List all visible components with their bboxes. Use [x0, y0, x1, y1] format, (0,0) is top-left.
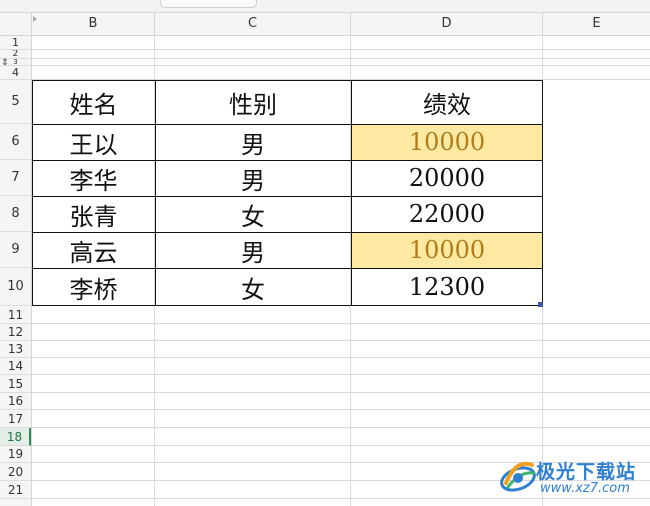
table-border — [32, 232, 543, 233]
grid-line — [32, 392, 650, 393]
name-cell[interactable]: 李桥 — [32, 268, 155, 306]
score-cell-highlighted[interactable]: 10000 — [351, 232, 543, 268]
table-border — [32, 160, 543, 161]
row-header[interactable]: 7 — [0, 160, 31, 196]
row-header[interactable]: 5 — [0, 80, 31, 124]
row-header[interactable]: 9 — [0, 232, 31, 268]
grid-line — [32, 374, 650, 375]
row-header[interactable]: 15 — [0, 375, 31, 393]
grid-line — [32, 357, 650, 358]
row-header[interactable]: 12 — [0, 324, 31, 341]
row-header[interactable]: 20 — [0, 463, 31, 481]
gender-cell[interactable]: 男 — [155, 160, 351, 196]
header-cell-gender[interactable]: 性别 — [155, 80, 351, 124]
header-cell-name[interactable]: 姓名 — [32, 80, 155, 124]
header-cell-score[interactable]: 绩效 — [351, 80, 543, 124]
aurora-logo-icon — [500, 461, 536, 492]
grid-line — [32, 340, 650, 341]
gender-cell[interactable]: 女 — [155, 268, 351, 306]
table-border — [32, 80, 33, 306]
grid-line — [32, 49, 650, 50]
grid-line — [32, 58, 650, 59]
gender-cell[interactable]: 男 — [155, 124, 351, 160]
table-border — [542, 80, 543, 306]
grid-line — [32, 65, 650, 66]
fill-handle[interactable] — [538, 302, 543, 307]
row-header[interactable]: 4 — [0, 66, 31, 80]
column-header-e[interactable]: E — [543, 13, 650, 35]
column-header-bar: B C D E — [0, 13, 650, 36]
name-cell[interactable]: 王以 — [32, 124, 155, 160]
column-header-c[interactable]: C — [155, 13, 351, 35]
row-split-icon[interactable]: ⇕ — [1, 58, 11, 68]
gender-cell[interactable]: 女 — [155, 196, 351, 232]
watermark: 极光下载站 www.xz7.com — [496, 451, 646, 501]
table-border — [351, 80, 352, 306]
sheet-tab-stub[interactable] — [160, 0, 257, 8]
row-header[interactable]: 11 — [0, 306, 31, 324]
table-border — [32, 305, 543, 306]
gender-cell[interactable]: 男 — [155, 232, 351, 268]
grid-line — [32, 427, 650, 428]
row-header-bar: 1 2 3 4 5 6 7 8 9 10 11 12 13 14 15 16 1… — [0, 36, 32, 506]
row-header[interactable]: 8 — [0, 196, 31, 232]
row-header[interactable]: 17 — [0, 410, 31, 428]
table-border — [32, 124, 543, 125]
data-table: 姓名 性别 绩效 王以 男 10000 李华 男 20000 张青 女 2200… — [32, 80, 543, 306]
watermark-title: 极光下载站 — [536, 461, 637, 483]
row-header-active[interactable]: 18 — [0, 428, 31, 446]
row-header[interactable]: 16 — [0, 393, 31, 410]
score-cell[interactable]: 20000 — [351, 160, 543, 196]
name-cell[interactable]: 李华 — [32, 160, 155, 196]
window-top-strip — [0, 0, 650, 13]
name-cell[interactable]: 张青 — [32, 196, 155, 232]
watermark-url: www.xz7.com — [540, 481, 630, 496]
row-header[interactable]: 13 — [0, 341, 31, 358]
row-header[interactable]: 6 — [0, 124, 31, 160]
score-cell[interactable]: 22000 — [351, 196, 543, 232]
row-header[interactable]: 10 — [0, 268, 31, 306]
name-cell[interactable]: 高云 — [32, 232, 155, 268]
table-border — [32, 268, 543, 269]
table-border — [32, 80, 543, 81]
table-border — [155, 80, 156, 306]
column-header-b[interactable]: B — [32, 13, 155, 35]
table-border — [32, 196, 543, 197]
row-header[interactable]: 1 — [0, 36, 31, 50]
grid-line — [32, 323, 650, 324]
score-cell[interactable]: 12300 — [351, 268, 543, 306]
grid-line — [32, 445, 650, 446]
column-header-d[interactable]: D — [351, 13, 543, 35]
row-header[interactable]: 19 — [0, 446, 31, 463]
row-header[interactable]: 14 — [0, 358, 31, 375]
select-all-corner[interactable] — [0, 13, 37, 35]
score-cell-highlighted[interactable]: 10000 — [351, 124, 543, 160]
grid-line — [32, 409, 650, 410]
row-header[interactable]: 21 — [0, 481, 31, 499]
